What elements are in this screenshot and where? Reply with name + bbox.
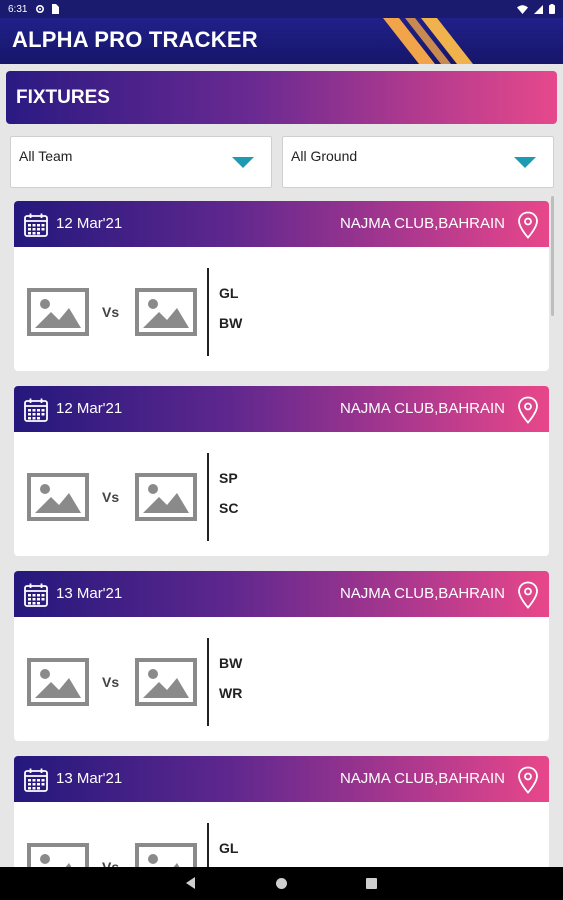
fixture-venue: NAJMA CLUB,BAHRAIN — [339, 215, 505, 232]
calendar-icon — [24, 213, 48, 237]
fixture-card[interactable]: 12 Mar'21 NAJMA CLUB,BAHRAIN Vs GL BW — [14, 201, 549, 371]
home-team: GL — [219, 840, 239, 856]
vs-label: Vs — [102, 674, 120, 690]
fixture-card-header: 12 Mar'21 NAJMA CLUB,BAHRAIN — [14, 201, 549, 247]
team-filter-value: All Team — [19, 148, 73, 164]
team-logo-placeholder-icon — [27, 843, 89, 867]
home-team: GL — [219, 285, 239, 301]
team-logo-placeholder-icon — [135, 658, 197, 706]
fixture-card-body: Vs GL — [14, 802, 549, 867]
fixtures-screen: FIXTURES All Team All Ground 12 Mar'21 N… — [5, 70, 558, 867]
status-bar: 6:31 — [0, 0, 563, 18]
team-logo-placeholder-icon — [135, 473, 197, 521]
ground-filter-value: All Ground — [291, 148, 358, 164]
team-logo-placeholder-icon — [27, 288, 89, 336]
fixture-date: 12 Mar'21 — [56, 400, 123, 417]
ground-filter-dropdown[interactable]: All Ground — [282, 136, 554, 188]
fixture-venue: NAJMA CLUB,BAHRAIN — [339, 585, 505, 602]
location-pin-icon — [518, 211, 538, 239]
team-filter-dropdown[interactable]: All Team — [10, 136, 272, 188]
away-team: SC — [219, 500, 239, 516]
app-title: ALPHA PRO TRACKER — [12, 27, 258, 52]
fixture-card-header: 12 Mar'21 NAJMA CLUB,BAHRAIN — [14, 386, 549, 432]
team-logo-placeholder-icon — [135, 843, 197, 867]
location-pin-icon — [518, 396, 538, 424]
away-team: BW — [219, 315, 243, 331]
chevron-down-icon — [232, 157, 254, 168]
calendar-icon — [24, 583, 48, 607]
vs-label: Vs — [102, 859, 120, 867]
fixture-card[interactable]: 13 Mar'21 NAJMA CLUB,BAHRAIN Vs BW WR — [14, 571, 549, 741]
fixture-card[interactable]: 13 Mar'21 NAJMA CLUB,BAHRAIN Vs GL — [14, 756, 549, 867]
divider — [207, 453, 209, 541]
vs-label: Vs — [102, 489, 120, 505]
calendar-icon — [24, 768, 48, 792]
home-team: SP — [219, 470, 238, 486]
fixture-venue: NAJMA CLUB,BAHRAIN — [339, 400, 505, 417]
sim-card-icon — [52, 4, 60, 14]
battery-icon — [549, 4, 555, 14]
fixture-date: 13 Mar'21 — [56, 585, 123, 602]
chevron-down-icon — [514, 157, 536, 168]
location-pin-icon — [518, 581, 538, 609]
scrollbar[interactable] — [551, 196, 554, 316]
system-navigation-bar — [0, 867, 563, 900]
fixtures-header: FIXTURES — [6, 71, 557, 124]
wifi-icon — [517, 4, 528, 14]
home-icon[interactable] — [276, 878, 287, 889]
vs-label: Vs — [102, 304, 120, 320]
team-logo-placeholder-icon — [135, 288, 197, 336]
location-pin-icon — [518, 766, 538, 794]
divider — [207, 268, 209, 356]
calendar-icon — [24, 398, 48, 422]
signal-icon — [534, 4, 543, 14]
team-logo-placeholder-icon — [27, 658, 89, 706]
fixture-card-body: Vs SP SC — [14, 432, 549, 556]
fixture-card[interactable]: 12 Mar'21 NAJMA CLUB,BAHRAIN Vs SP SC — [14, 386, 549, 556]
divider — [207, 638, 209, 726]
team-logo-placeholder-icon — [27, 473, 89, 521]
settings-icon — [36, 4, 45, 14]
app-bar: ALPHA PRO TRACKER — [0, 18, 563, 64]
divider — [207, 823, 209, 867]
status-time: 6:31 — [8, 3, 28, 15]
fixture-card-body: Vs BW WR — [14, 617, 549, 741]
fixture-card-body: Vs GL BW — [14, 247, 549, 371]
fixture-card-header: 13 Mar'21 NAJMA CLUB,BAHRAIN — [14, 756, 549, 802]
fixture-date: 12 Mar'21 — [56, 215, 123, 232]
fixture-venue: NAJMA CLUB,BAHRAIN — [339, 770, 505, 787]
fixture-card-header: 13 Mar'21 NAJMA CLUB,BAHRAIN — [14, 571, 549, 617]
away-team: WR — [219, 685, 243, 701]
recent-apps-icon[interactable] — [366, 878, 377, 889]
back-icon[interactable] — [186, 877, 195, 889]
fixture-date: 13 Mar'21 — [56, 770, 123, 787]
decorative-stripes — [383, 18, 473, 64]
home-team: BW — [219, 655, 243, 671]
